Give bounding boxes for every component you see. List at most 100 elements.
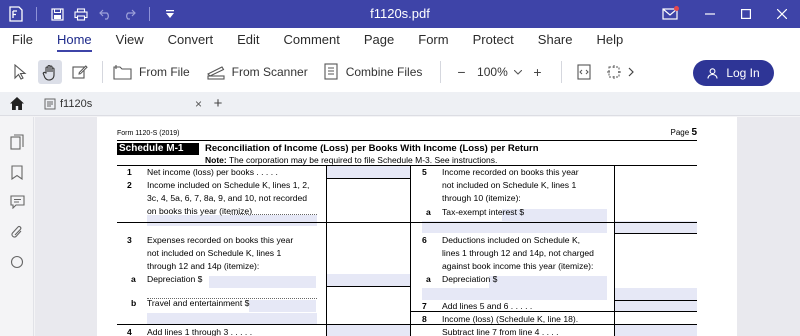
combine-files-icon <box>324 63 338 80</box>
page-number: Page 5 <box>670 127 697 138</box>
subline-letter: a <box>426 207 431 217</box>
window-controls <box>652 0 800 28</box>
line6a-amount-field[interactable] <box>489 276 607 288</box>
search-icon[interactable] <box>0 247 34 277</box>
dotted-leader <box>230 214 317 215</box>
customize-dropdown-icon[interactable] <box>162 6 178 22</box>
row-rule <box>614 233 697 234</box>
divider <box>102 61 103 83</box>
menu-protect[interactable]: Protect <box>461 28 526 52</box>
menu-file[interactable]: File <box>0 28 45 52</box>
close-tab-icon[interactable]: × <box>195 97 202 111</box>
schedule-label: Schedule M-1 <box>117 143 199 155</box>
menu-page[interactable]: Page <box>352 28 406 52</box>
close-button[interactable] <box>764 0 800 28</box>
row-rule <box>117 222 410 223</box>
minimize-button[interactable] <box>692 0 728 28</box>
comment-icon[interactable] <box>0 187 34 217</box>
line-number: 3 <box>127 235 132 245</box>
line6-total-field[interactable] <box>615 288 697 300</box>
column-rule <box>326 166 327 336</box>
line6-text-c: against book income this year (itemize): <box>442 261 594 271</box>
combine-files-label: Combine Files <box>345 65 423 79</box>
hand-tool-icon[interactable] <box>38 60 62 84</box>
fit-width-icon[interactable] <box>572 60 596 84</box>
folder-add-icon <box>113 65 132 80</box>
menu-bar: File Home View Convert Edit Comment Page… <box>0 28 800 52</box>
divider <box>440 61 442 83</box>
schedule-header: Schedule M-1 Reconciliation of Income (L… <box>117 141 697 166</box>
line3b-text: Travel and entertainment $ <box>147 298 250 308</box>
line3-text-b: not included on Schedule K, lines 1 <box>147 248 282 258</box>
menu-edit[interactable]: Edit <box>225 28 271 52</box>
add-tab-button[interactable]: + <box>208 92 228 116</box>
line3b-amount-field[interactable] <box>249 300 316 312</box>
left-sidebar <box>0 117 34 336</box>
menu-share[interactable]: Share <box>526 28 585 52</box>
line8-text-a: Income (loss) (Schedule K, line 18). <box>442 314 579 324</box>
line3-total-field[interactable] <box>327 274 410 286</box>
chevron-down-icon <box>513 69 522 75</box>
divider <box>561 61 563 83</box>
title-bar: f1120s.pdf <box>0 0 800 28</box>
tab-label: f1120s <box>60 97 93 110</box>
mail-icon[interactable] <box>652 0 688 28</box>
tab-f1120s[interactable]: f1120s × <box>38 92 208 116</box>
combine-files-button[interactable]: Combine Files <box>324 63 423 81</box>
edit-tool-icon[interactable] <box>68 60 92 84</box>
zoom-select[interactable]: 100% <box>471 65 527 79</box>
more-chevron-icon[interactable] <box>626 60 636 84</box>
line3a-amount-field[interactable] <box>209 276 316 288</box>
line-number: 8 <box>422 314 427 324</box>
schedule-title: Reconciliation of Income (Loss) per Book… <box>205 143 539 154</box>
from-scanner-button[interactable]: From Scanner <box>206 64 308 80</box>
menu-comment[interactable]: Comment <box>272 28 352 52</box>
schedule-note: Note: The corporation may be required to… <box>205 155 498 165</box>
line2-text-c: on books this year (itemize) <box>147 206 253 216</box>
line6a-text: Depreciation $ <box>442 274 498 284</box>
line3b-itemize-field[interactable] <box>147 313 317 324</box>
menu-home[interactable]: Home <box>45 28 104 52</box>
undo-icon[interactable] <box>97 6 113 22</box>
row-rule <box>410 222 697 223</box>
app-logo-icon <box>8 6 24 22</box>
zoom-value: 100% <box>477 65 508 79</box>
maximize-button[interactable] <box>728 0 764 28</box>
thumbnails-icon[interactable] <box>0 127 34 157</box>
zoom-out-button[interactable]: − <box>451 64 471 80</box>
line1-text: Net income (loss) per books . . . . . <box>147 167 278 177</box>
line-number: 7 <box>422 301 427 311</box>
line6-itemize-field[interactable] <box>422 288 607 300</box>
line6-text-a: Deductions included on Schedule K, <box>442 235 581 245</box>
select-tool-icon[interactable] <box>8 60 32 84</box>
line-number: 4 <box>127 327 132 336</box>
save-icon[interactable] <box>49 6 65 22</box>
print-icon[interactable] <box>73 6 89 22</box>
login-label: Log In <box>726 66 760 80</box>
menu-form[interactable]: Form <box>406 28 460 52</box>
bookmark-icon[interactable] <box>0 157 34 187</box>
line7-text: Add lines 5 and 6 . . . . . <box>442 301 533 311</box>
redo-icon[interactable] <box>121 6 137 22</box>
zoom-in-button[interactable]: + <box>527 64 547 80</box>
menu-help[interactable]: Help <box>585 28 636 52</box>
line-number: 1 <box>127 167 132 177</box>
quick-access-toolbar <box>0 0 178 28</box>
line8-amount-field[interactable] <box>615 324 697 336</box>
scanner-icon <box>206 66 225 80</box>
document-viewer[interactable]: Form 1120-S (2019) Page 5 Schedule M-1 R… <box>35 117 800 336</box>
line1-amount-field[interactable] <box>327 166 410 178</box>
fit-page-icon[interactable] <box>602 60 626 84</box>
from-file-button[interactable]: From File <box>113 64 190 80</box>
attachment-icon[interactable] <box>0 217 34 247</box>
line5a-text: Tax-exempt interest $ <box>442 207 525 217</box>
menu-view[interactable]: View <box>104 28 156 52</box>
menu-convert[interactable]: Convert <box>156 28 226 52</box>
login-button[interactable]: Log In <box>693 60 774 86</box>
form-header: Form 1120-S (2019) Page 5 <box>117 127 697 141</box>
row-rule <box>117 324 410 325</box>
subline-letter: a <box>131 274 136 284</box>
line3-text-a: Expenses recorded on books this year <box>147 235 294 245</box>
home-icon[interactable] <box>0 92 34 116</box>
line4-amount-field[interactable] <box>327 324 410 336</box>
